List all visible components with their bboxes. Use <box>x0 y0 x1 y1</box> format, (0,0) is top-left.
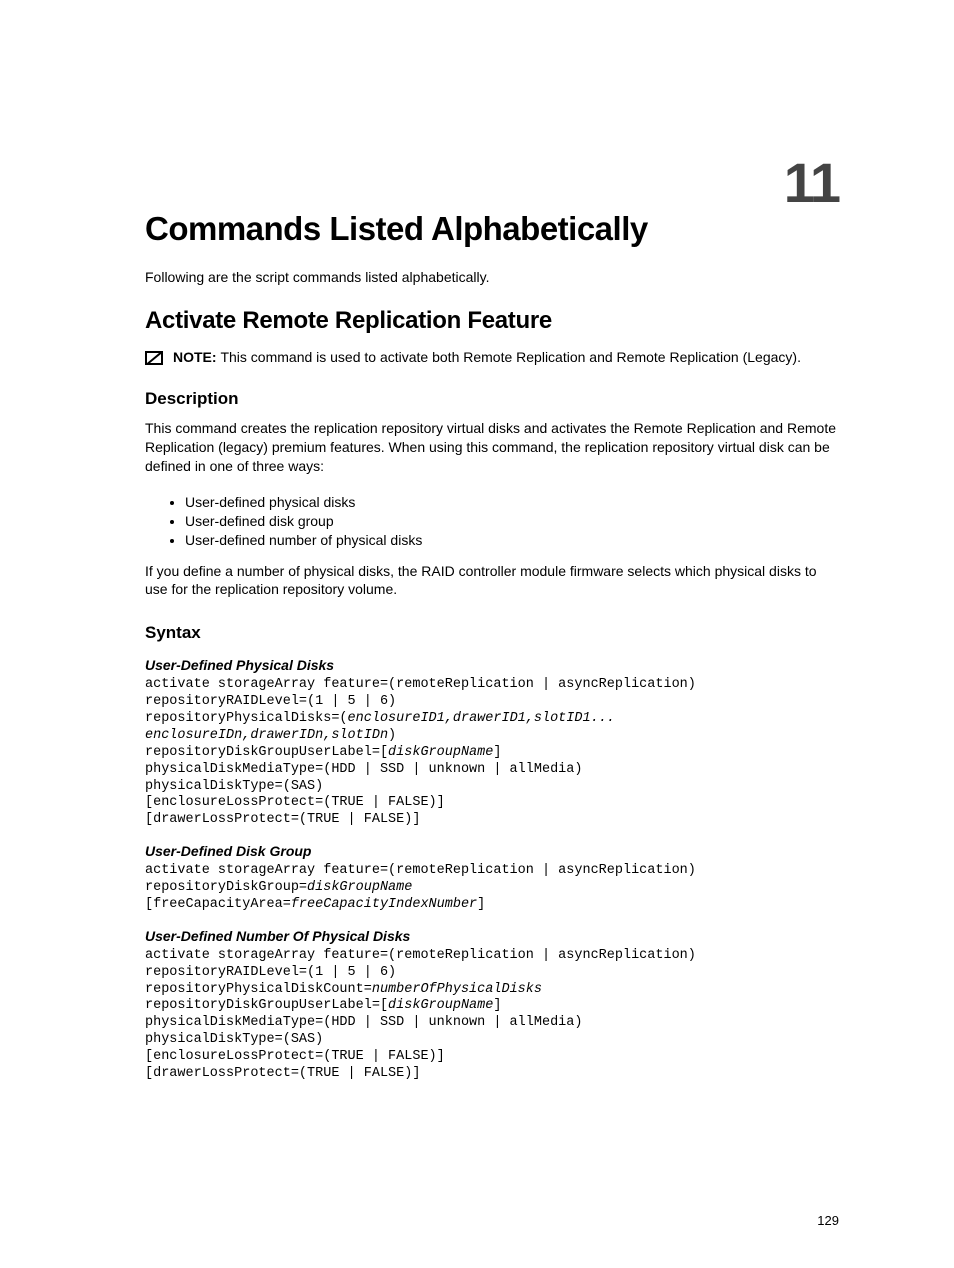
syntax-heading: Syntax <box>145 623 839 643</box>
description-heading: Description <box>145 389 839 409</box>
syntax-subhead-disk-group: User-Defined Disk Group <box>145 843 839 859</box>
syntax-subhead-number-of-disks: User-Defined Number Of Physical Disks <box>145 928 839 944</box>
description-para-2: If you define a number of physical disks… <box>145 562 839 600</box>
list-item: User-defined number of physical disks <box>185 532 839 548</box>
note-text: NOTE: This command is used to activate b… <box>173 349 801 365</box>
note-body: This command is used to activate both Re… <box>220 349 801 365</box>
intro-text: Following are the script commands listed… <box>145 268 839 287</box>
description-para-1: This command creates the replication rep… <box>145 419 839 476</box>
note-block: NOTE: This command is used to activate b… <box>145 349 839 365</box>
page-title: Commands Listed Alphabetically <box>145 210 839 248</box>
note-label: NOTE: <box>173 349 220 365</box>
code-block-physical-disks: activate storageArray feature=(remoteRep… <box>145 677 839 829</box>
section-heading-activate-remote-replication: Activate Remote Replication Feature <box>145 307 839 335</box>
page-container: 11 Commands Listed Alphabetically Follow… <box>0 0 954 1268</box>
description-bullet-list: User-defined physical disks User-defined… <box>145 494 839 548</box>
note-icon <box>145 351 163 365</box>
list-item: User-defined physical disks <box>185 494 839 510</box>
list-item: User-defined disk group <box>185 513 839 529</box>
syntax-subhead-physical-disks: User-Defined Physical Disks <box>145 657 839 673</box>
code-block-number-of-disks: activate storageArray feature=(remoteRep… <box>145 948 839 1083</box>
page-number: 129 <box>817 1213 839 1228</box>
chapter-number: 11 <box>784 150 839 215</box>
code-block-disk-group: activate storageArray feature=(remoteRep… <box>145 863 839 914</box>
